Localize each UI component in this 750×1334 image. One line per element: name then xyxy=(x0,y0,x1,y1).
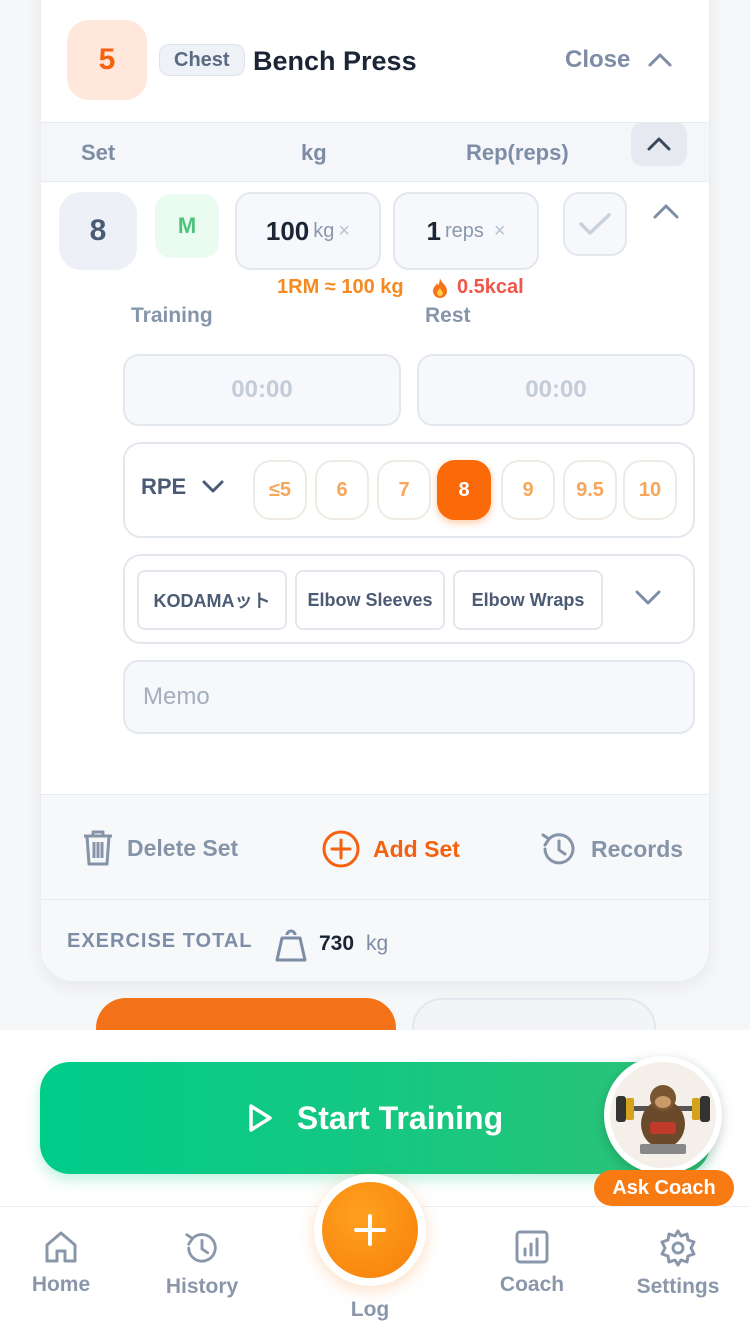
weight-field[interactable]: 100 kg × xyxy=(235,192,381,270)
rpe-option[interactable]: ≤5 xyxy=(253,460,307,520)
total-value: 730 xyxy=(319,932,355,955)
delete-set-button[interactable]: Delete Set xyxy=(81,829,238,867)
add-set-button[interactable]: Add Set xyxy=(321,829,460,869)
memo-input[interactable]: Memo xyxy=(123,660,695,734)
chevron-down-icon xyxy=(202,480,224,493)
rpe-option[interactable]: 10 xyxy=(623,460,677,520)
reps-unit: reps xyxy=(444,219,484,242)
rpe-label: RPE xyxy=(141,474,187,499)
flame-icon xyxy=(433,277,447,298)
gear-selector: KODAMAット Elbow Sleeves Elbow Wraps xyxy=(123,554,695,644)
collapse-set-button[interactable] xyxy=(653,202,679,225)
rpe-option[interactable]: 6 xyxy=(315,460,369,520)
plus-circle-icon xyxy=(322,830,360,868)
nav-coach[interactable]: Coach xyxy=(498,1229,566,1297)
trash-icon xyxy=(84,830,112,866)
close-button[interactable]: Close xyxy=(565,42,672,78)
gear-chip[interactable]: KODAMAット xyxy=(137,570,287,630)
chevron-up-icon xyxy=(653,204,679,219)
chevron-down-icon xyxy=(635,590,661,605)
chevron-up-icon xyxy=(647,137,671,151)
chart-icon xyxy=(515,1230,549,1264)
exercise-name: Bench Press xyxy=(253,46,417,76)
one-rm-estimate: 1RM ≈ 100 kg xyxy=(277,276,404,298)
add-set-label: Add Set xyxy=(373,835,460,862)
training-time-field[interactable]: 00:00 xyxy=(123,354,401,426)
set-action-bar: Delete Set Add Set Records xyxy=(41,794,709,900)
nav-coach-label: Coach xyxy=(499,1273,565,1296)
training-label: Training xyxy=(131,304,213,327)
weight-icon xyxy=(275,929,307,962)
delete-set-label: Delete Set xyxy=(127,834,239,861)
rpe-option[interactable]: 9 xyxy=(501,460,555,520)
clear-weight-icon[interactable]: × xyxy=(338,220,350,243)
home-icon xyxy=(45,1231,77,1263)
rpe-option-selected[interactable]: 8 xyxy=(437,460,491,520)
rest-label: Rest xyxy=(425,304,471,327)
complete-set-checkbox[interactable] xyxy=(563,192,627,256)
history-icon xyxy=(541,833,575,865)
reps-field[interactable]: 1 reps × xyxy=(393,192,539,270)
records-label: Records xyxy=(591,835,684,862)
records-button[interactable]: Records xyxy=(539,829,683,869)
exercise-card: 5 Chest Bench Press Close Set kg Rep(rep… xyxy=(40,0,710,982)
nav-log-label: Log xyxy=(350,1298,390,1321)
exercise-total-row: EXERCISE TOTAL 730 kg xyxy=(41,900,709,981)
total-value-group: 730 kg xyxy=(275,926,388,962)
kcal-value: 0.5kcal xyxy=(457,276,524,298)
nav-home-label: Home xyxy=(31,1273,91,1296)
rpe-option[interactable]: 9.5 xyxy=(563,460,617,520)
gear-chip[interactable]: Elbow Wraps xyxy=(453,570,603,630)
history-icon xyxy=(185,1233,217,1263)
weight-value: 100 xyxy=(265,215,310,246)
log-fab-inner xyxy=(322,1182,418,1278)
kcal-estimate: 0.5kcal xyxy=(431,276,524,299)
ask-coach-button[interactable]: Ask Coach xyxy=(594,1170,734,1206)
coach-avatar[interactable] xyxy=(604,1056,722,1174)
weight-unit: kg xyxy=(313,219,335,242)
close-label: Close xyxy=(565,46,631,73)
column-reps: Rep(reps) xyxy=(466,140,569,165)
reps-value: 1 xyxy=(426,215,441,246)
chevron-up-icon xyxy=(648,53,672,67)
coach-mascot-icon xyxy=(610,1062,716,1168)
total-unit: kg xyxy=(366,932,389,955)
category-chip: Chest xyxy=(159,44,245,76)
gear-chip[interactable]: Elbow Sleeves xyxy=(295,570,445,630)
collapse-sets-button[interactable] xyxy=(631,122,687,166)
column-set: Set xyxy=(81,140,116,165)
set-type-badge[interactable]: M xyxy=(155,194,219,258)
clear-reps-icon[interactable]: × xyxy=(494,220,506,243)
rest-time-field[interactable]: 00:00 xyxy=(417,354,695,426)
rpe-selector: RPE ≤5 6 7 8 9 9.5 10 xyxy=(123,442,695,538)
gear-icon xyxy=(660,1229,696,1267)
gear-expand-button[interactable] xyxy=(635,590,661,611)
nav-settings[interactable]: Settings xyxy=(634,1229,722,1299)
check-icon xyxy=(579,213,611,235)
plus-icon xyxy=(354,1214,386,1246)
play-icon xyxy=(249,1104,272,1132)
nav-settings-label: Settings xyxy=(636,1275,720,1298)
column-kg: kg xyxy=(301,140,327,165)
start-training-label: Start Training xyxy=(296,1099,504,1136)
set-number: 8 xyxy=(59,192,137,270)
total-label: EXERCISE TOTAL xyxy=(67,930,253,952)
rpe-dropdown[interactable]: RPE xyxy=(141,474,224,500)
nav-history[interactable]: History xyxy=(164,1229,240,1299)
log-fab-button[interactable] xyxy=(314,1174,426,1286)
exercise-number: 5 xyxy=(67,20,147,100)
set-column-header: Set kg Rep(reps) xyxy=(41,122,709,182)
nav-history-label: History xyxy=(165,1275,239,1298)
nav-home[interactable]: Home xyxy=(28,1229,94,1297)
rpe-option[interactable]: 7 xyxy=(377,460,431,520)
